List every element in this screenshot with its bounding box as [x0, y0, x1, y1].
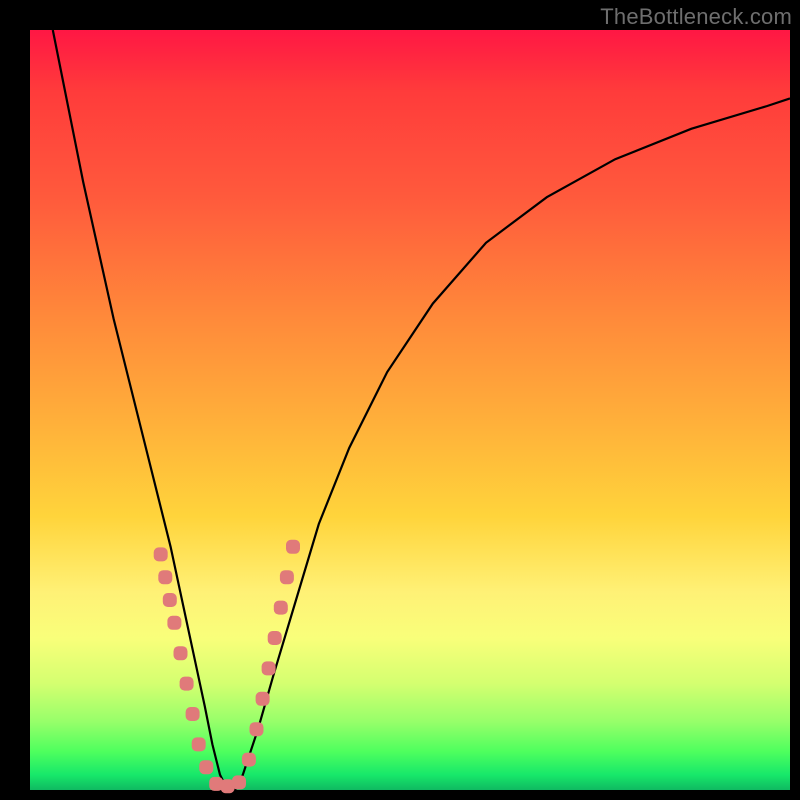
data-point: [274, 601, 288, 615]
data-point: [268, 631, 282, 645]
data-point: [199, 760, 213, 774]
data-point: [158, 570, 172, 584]
data-point: [180, 677, 194, 691]
data-point: [163, 593, 177, 607]
data-point: [154, 547, 168, 561]
data-point: [242, 753, 256, 767]
bottleneck-curve: [53, 30, 790, 790]
data-point: [250, 722, 264, 736]
data-point: [256, 692, 270, 706]
watermark-text: TheBottleneck.com: [600, 4, 792, 30]
data-point: [232, 775, 246, 789]
data-point: [192, 737, 206, 751]
data-point: [280, 570, 294, 584]
chart-overlay: [30, 30, 790, 790]
data-point: [174, 646, 188, 660]
data-point: [286, 540, 300, 554]
data-point: [262, 661, 276, 675]
data-point: [167, 616, 181, 630]
data-points-group: [154, 540, 300, 793]
data-point: [186, 707, 200, 721]
chart-frame: TheBottleneck.com: [0, 0, 800, 800]
